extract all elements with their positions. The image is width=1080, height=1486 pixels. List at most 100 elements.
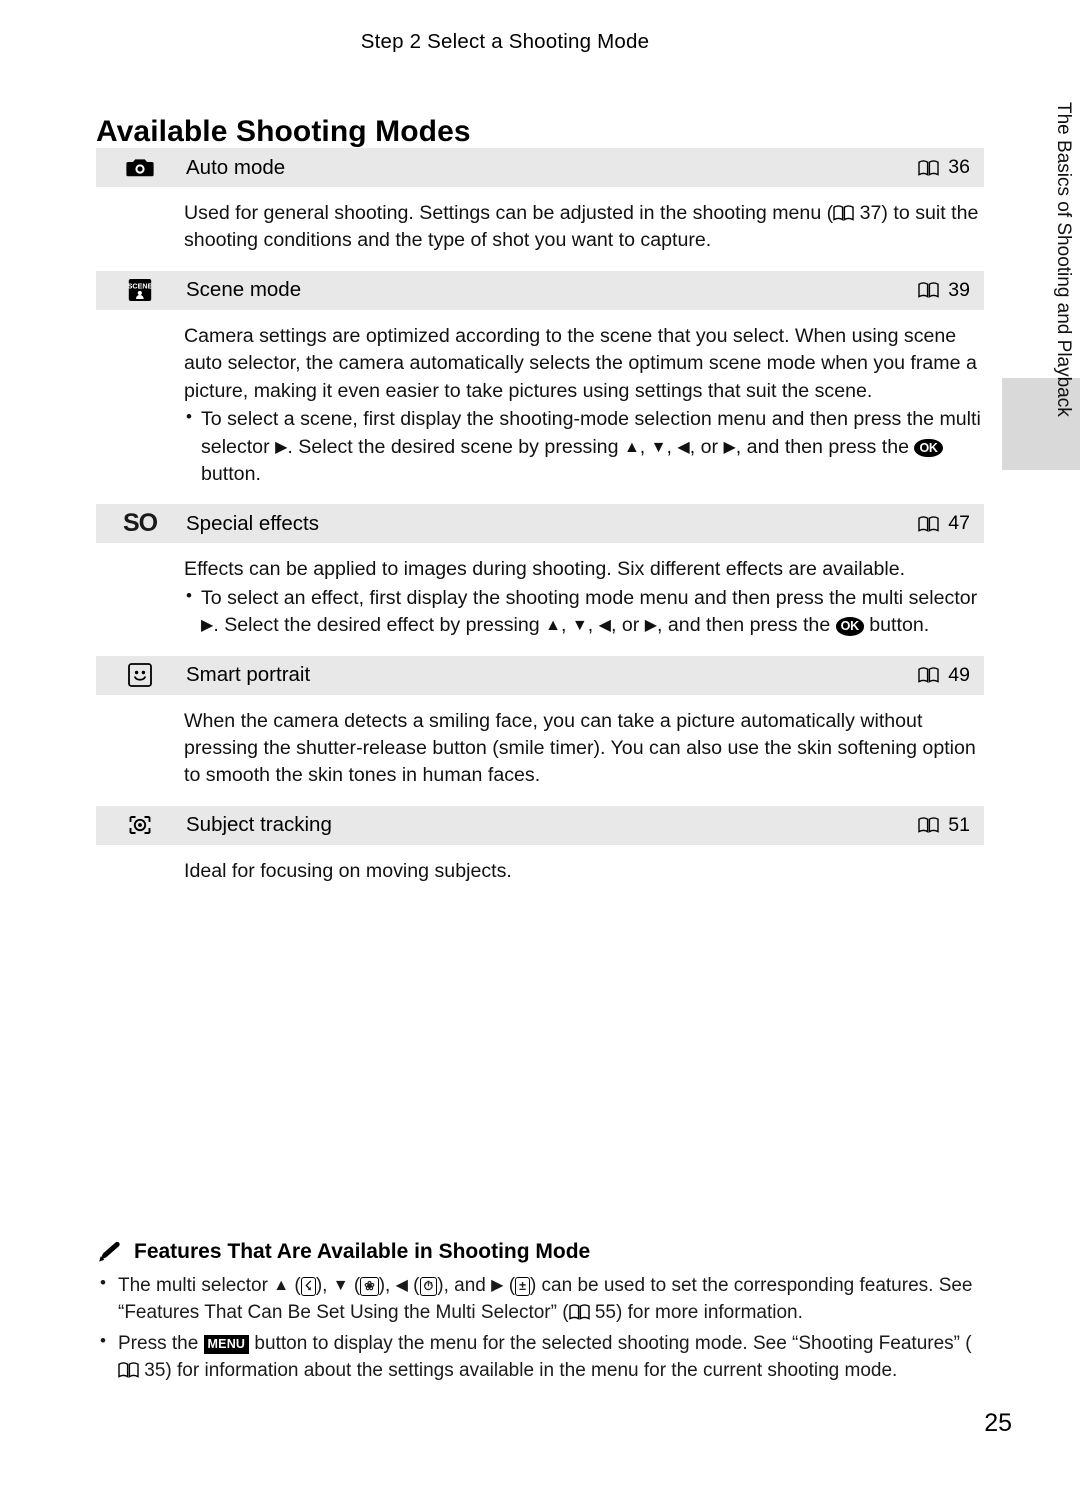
notes-title: Features That Are Available in Shooting … <box>134 1240 591 1263</box>
up-arrow-icon: ▲ <box>545 617 561 635</box>
page-title: Available Shooting Modes <box>96 115 471 149</box>
notes-heading: Features That Are Available in Shooting … <box>96 1240 986 1264</box>
right-arrow-icon: ▶ <box>201 617 214 635</box>
subject-tracking-icon <box>96 806 184 845</box>
mode-ref-smart-portrait: 49 <box>864 664 984 687</box>
mode-label-special-effects: Special effects <box>186 511 319 535</box>
camera-auto-icon <box>96 148 184 187</box>
svg-text:SCENE: SCENE <box>128 282 152 291</box>
mode-ref-number-special-effects: 47 <box>948 512 970 535</box>
self-timer-icon: ⏱ <box>419 1277 438 1296</box>
chapter-tab-label: The Basics of Shooting and Playback <box>1053 102 1074 417</box>
bullet-scene-mid: . Select the desired scene by pressing <box>287 435 624 458</box>
right-arrow-icon: ▶ <box>275 438 288 456</box>
smart-portrait-icon-svg <box>128 663 152 688</box>
mode-body-subject-tracking: Ideal for focusing on moving subjects. <box>96 845 984 901</box>
down-arrow-icon: ▼ <box>571 617 588 635</box>
mode-body-special-effects-text: Effects can be applied to images during … <box>184 558 906 581</box>
bullet-fx-mid: . Select the desired effect by pressing <box>213 614 546 637</box>
scene-icon: SCENE <box>96 271 184 310</box>
up-arrow-icon: ▲ <box>273 1277 290 1294</box>
page-ref-icon <box>918 516 939 532</box>
mode-body-auto-pre: Used for general shooting. Settings can … <box>184 202 834 224</box>
list-item: To select a scene, first display the sho… <box>184 405 984 488</box>
right-arrow-icon: ▶ <box>644 617 658 635</box>
smart-portrait-icon <box>96 656 184 695</box>
menu-button-icon: MENU <box>203 1335 250 1354</box>
left-arrow-icon: ◀ <box>395 1277 408 1294</box>
note-1-part6: ( <box>407 1275 420 1296</box>
mode-row-subject-tracking: Subject tracking 51 <box>96 805 984 845</box>
note-2-part3: 35) for information about the settings a… <box>139 1359 898 1381</box>
mode-label-scene: Scene mode <box>186 278 302 302</box>
special-effects-icon: SO <box>96 504 184 543</box>
special-effects-glyph: SO <box>122 509 158 538</box>
note-1-part7: ), and <box>437 1275 492 1296</box>
subject-tracking-icon-svg <box>129 816 151 835</box>
note-1-part8: ( <box>503 1275 516 1296</box>
list-item: To select an effect, first display the s… <box>184 584 984 640</box>
mode-body-auto-text: Used for general shooting. Settings can … <box>184 200 984 255</box>
shooting-modes-list: Auto mode 36 Used for general shooting. … <box>96 148 984 901</box>
mode-ref-number-subject-tracking: 51 <box>948 813 970 836</box>
pencil-icon <box>96 1240 122 1264</box>
bullet-fx-pre: To select an effect, first display the s… <box>201 586 978 609</box>
page-ref-icon <box>918 667 939 683</box>
running-header: Step 2 Select a Shooting Mode <box>0 30 1080 54</box>
left-arrow-icon: ◀ <box>598 617 611 635</box>
mode-body-subject-tracking-text: Ideal for focusing on moving subjects. <box>184 859 512 882</box>
mode-body-scene: Camera settings are optimized according … <box>96 310 984 505</box>
page-ref-icon <box>118 1362 139 1378</box>
left-arrow-icon: ◀ <box>677 438 690 456</box>
page-ref-icon <box>833 205 854 221</box>
right-arrow-icon: ▶ <box>491 1277 504 1294</box>
mode-body-smart-portrait-text: When the camera detects a smiling face, … <box>184 709 976 787</box>
mode-ref-special-effects: 47 <box>864 512 984 535</box>
mode-ref-scene: 39 <box>864 279 984 302</box>
up-arrow-icon: ▲ <box>623 438 640 456</box>
exposure-compensation-icon: ± <box>515 1277 530 1296</box>
note-1-part10: 55) for more information. <box>589 1301 803 1323</box>
mode-body-scene-text: Camera settings are optimized according … <box>184 324 977 402</box>
down-arrow-icon: ▼ <box>650 438 667 456</box>
mode-bullets-scene: To select a scene, first display the sho… <box>184 405 984 488</box>
mode-ref-number-scene: 39 <box>948 278 970 301</box>
list-item: The multi selector ▲ (☇), ▼ (❀), ◀ (⏱), … <box>96 1271 986 1326</box>
note-1-part3: ), <box>315 1275 333 1296</box>
ok-button-icon: OK <box>914 438 943 458</box>
mode-row-auto: Auto mode 36 <box>96 148 984 187</box>
mode-body-special-effects: Effects can be applied to images during … <box>96 543 984 655</box>
right-arrow-icon: ▶ <box>723 438 736 456</box>
note-1-part2: ( <box>289 1275 301 1296</box>
ok-button-icon: OK <box>835 617 864 636</box>
page-ref-icon <box>918 817 939 834</box>
mode-row-smart-portrait: Smart portrait 49 <box>96 655 984 695</box>
running-header-text: Step 2 Select a Shooting Mode <box>360 30 650 53</box>
note-1-part1: The multi selector <box>118 1275 274 1296</box>
page-number: 25 <box>984 1409 1012 1437</box>
scene-icon-svg: SCENE <box>128 279 152 302</box>
note-1-part4: ( <box>348 1275 361 1296</box>
mode-ref-auto: 36 <box>864 156 984 179</box>
page-ref-icon <box>918 282 939 299</box>
notes-section: Features That Are Available in Shooting … <box>96 1240 986 1389</box>
note-2-part2: button to display the menu for the selec… <box>249 1333 972 1355</box>
mode-ref-subject-tracking: 51 <box>864 814 984 837</box>
mode-label-subject-tracking: Subject tracking <box>186 813 332 837</box>
page-ref-icon <box>568 1303 590 1320</box>
mode-body-smart-portrait: When the camera detects a smiling face, … <box>96 695 984 806</box>
note-2-part1: Press the <box>118 1333 204 1355</box>
mode-ref-number-auto: 36 <box>948 156 970 178</box>
camera-auto-icon-svg <box>126 159 154 177</box>
flash-icon: ☇ <box>300 1277 316 1296</box>
down-arrow-icon: ▼ <box>332 1277 349 1294</box>
mode-row-special-effects: SO Special effects 47 <box>96 504 984 544</box>
notes-list: The multi selector ▲ (☇), ▼ (❀), ◀ (⏱), … <box>96 1271 986 1384</box>
mode-row-scene: SCENE Scene mode 39 <box>96 270 984 310</box>
mode-body-auto: Used for general shooting. Settings can … <box>96 187 984 271</box>
note-1-part5: ), <box>378 1275 396 1296</box>
list-item: Press the MENU button to display the men… <box>96 1329 986 1384</box>
document-page: Step 2 Select a Shooting Mode The Basics… <box>0 0 1080 1486</box>
mode-ref-number-smart-portrait: 49 <box>948 663 970 686</box>
macro-icon: ❀ <box>360 1277 379 1296</box>
